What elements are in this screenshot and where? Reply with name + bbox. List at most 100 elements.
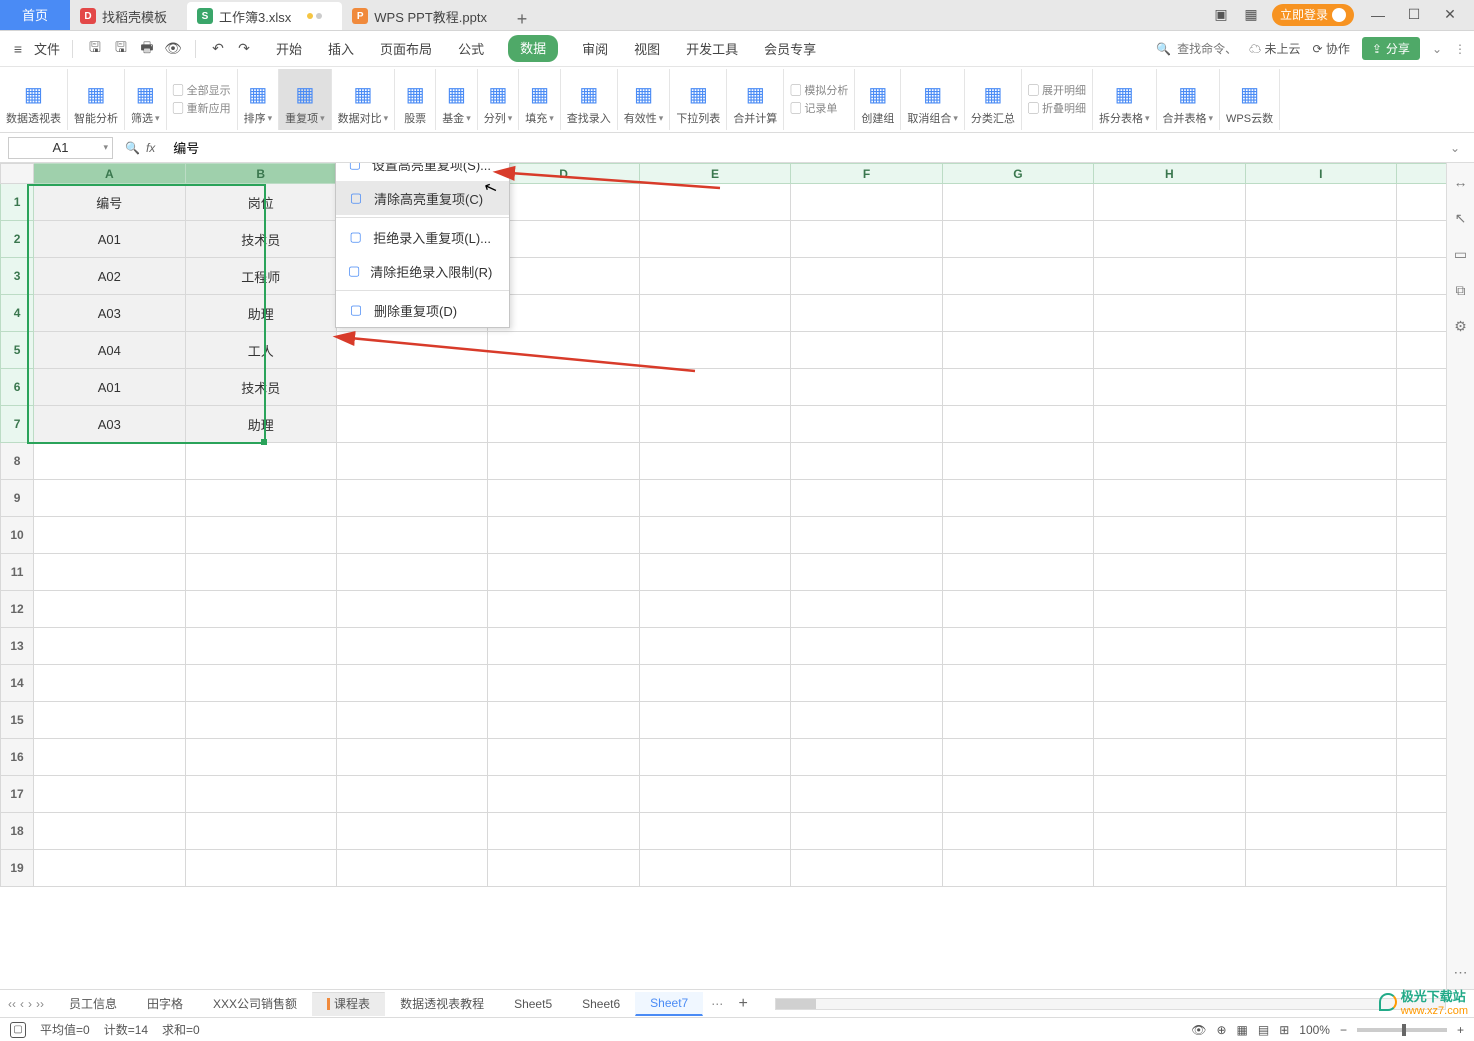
zoom-out-button[interactable]: − [1340, 1023, 1347, 1037]
ribbon-item-10[interactable]: ▦填充▾ [519, 69, 561, 130]
eye-icon[interactable]: 👁 [1191, 1023, 1206, 1037]
app-menu-icon[interactable]: ≡ [8, 39, 28, 59]
row-header[interactable]: 16 [1, 739, 34, 776]
row-header[interactable]: 9 [1, 480, 34, 517]
cell[interactable] [639, 702, 790, 739]
ribbon-item-1[interactable]: ▦智能分析 [68, 69, 125, 130]
cell[interactable] [791, 850, 942, 887]
ribbon-item-16[interactable]: ▦创建组 [855, 69, 901, 130]
cell[interactable] [791, 332, 942, 369]
menu-tab-3[interactable]: 公式 [456, 35, 486, 62]
sheet-tab-2[interactable]: XXX公司销售额 [198, 992, 312, 1016]
cell[interactable] [488, 850, 639, 887]
cell[interactable] [1245, 813, 1396, 850]
sheet-first-icon[interactable]: ‹‹ [8, 997, 16, 1011]
sheet-prev-icon[interactable]: ‹ [20, 997, 24, 1011]
cell[interactable] [639, 406, 790, 443]
cell[interactable] [34, 702, 185, 739]
cell[interactable] [1094, 665, 1245, 702]
menu-tab-4[interactable]: 数据 [508, 35, 558, 62]
cell[interactable] [1094, 369, 1245, 406]
sheet-tab-4[interactable]: 数据透视表教程 [385, 992, 499, 1016]
cell[interactable] [34, 813, 185, 850]
cell[interactable] [942, 628, 1093, 665]
cell[interactable] [488, 332, 639, 369]
cell[interactable] [336, 480, 487, 517]
ribbon-item-18[interactable]: ▦分类汇总 [965, 69, 1022, 130]
sheet-more-button[interactable]: ⋯ [703, 997, 731, 1011]
cell[interactable]: A03 [34, 295, 185, 332]
cell[interactable] [1245, 554, 1396, 591]
cell[interactable] [639, 517, 790, 554]
cell[interactable] [34, 850, 185, 887]
settings-icon[interactable]: ⚙ [1452, 317, 1470, 335]
center-icon[interactable]: ⊕ [1216, 1023, 1226, 1037]
cell[interactable] [336, 406, 487, 443]
ribbon-item-0[interactable]: ▦数据透视表 [0, 69, 68, 130]
ribbon-item-2[interactable]: ▦筛选▾ [125, 69, 167, 130]
row-header[interactable]: 10 [1, 517, 34, 554]
cell[interactable] [639, 295, 790, 332]
cell[interactable] [336, 702, 487, 739]
menu-tab-2[interactable]: 页面布局 [378, 35, 434, 62]
cell[interactable] [1245, 776, 1396, 813]
dropdown-item-4[interactable]: ▢删除重复项(D) [336, 293, 509, 327]
col-header[interactable]: D [488, 164, 639, 184]
cell[interactable] [1094, 628, 1245, 665]
more-icon[interactable]: ⋯ [1452, 963, 1470, 981]
sheet-tab-5[interactable]: Sheet5 [499, 992, 567, 1016]
formula-input[interactable] [167, 140, 1438, 155]
cell[interactable] [639, 850, 790, 887]
cell[interactable] [791, 554, 942, 591]
cell[interactable] [336, 813, 487, 850]
cell[interactable] [639, 184, 790, 221]
cell[interactable]: 工程师 [185, 258, 336, 295]
command-search[interactable]: 🔍 [1156, 42, 1237, 56]
login-button[interactable]: 立即登录 [1272, 4, 1354, 26]
cell[interactable]: 技术员 [185, 221, 336, 258]
home-tab[interactable]: 首页 [0, 0, 70, 30]
dropdown-item-0[interactable]: ▢设置高亮重复项(S)... [336, 163, 509, 181]
cell[interactable] [1094, 332, 1245, 369]
coop-button[interactable]: ⟳ 协作 [1312, 40, 1349, 57]
sheet-tab-6[interactable]: Sheet6 [567, 992, 635, 1016]
cell[interactable] [639, 332, 790, 369]
row-header[interactable]: 15 [1, 702, 34, 739]
row-header[interactable]: 1 [1, 184, 34, 221]
cell[interactable] [1245, 406, 1396, 443]
row-header[interactable]: 5 [1, 332, 34, 369]
cell[interactable]: A04 [34, 332, 185, 369]
cell[interactable] [639, 776, 790, 813]
cell[interactable] [1245, 591, 1396, 628]
dropdown-item-3[interactable]: ▢清除拒绝录入限制(R) [336, 254, 509, 288]
cell[interactable]: A03 [34, 406, 185, 443]
cell[interactable] [34, 517, 185, 554]
cell[interactable] [1245, 517, 1396, 554]
cell[interactable] [185, 591, 336, 628]
cell[interactable] [942, 776, 1093, 813]
cell[interactable] [185, 480, 336, 517]
cell[interactable] [488, 443, 639, 480]
ribbon-item-7[interactable]: ▦股票 [395, 69, 436, 130]
col-header[interactable]: E [639, 164, 790, 184]
ribbon-item-4[interactable]: ▦排序▾ [238, 69, 280, 130]
row-header[interactable]: 2 [1, 221, 34, 258]
cell[interactable] [639, 554, 790, 591]
cell[interactable] [336, 443, 487, 480]
select-icon[interactable]: ▭ [1452, 245, 1470, 263]
menu-tab-8[interactable]: 会员专享 [762, 35, 818, 62]
cell[interactable] [1245, 258, 1396, 295]
cell[interactable]: 技术员 [185, 369, 336, 406]
horizontal-scrollbar[interactable] [775, 998, 1446, 1010]
sheet-last-icon[interactable]: ›› [36, 997, 44, 1011]
col-header[interactable]: F [791, 164, 942, 184]
doc-tab-ppt[interactable]: P WPS PPT教程.pptx [342, 2, 507, 30]
cell[interactable] [488, 480, 639, 517]
cell[interactable] [336, 369, 487, 406]
cell[interactable]: 编号 [34, 184, 185, 221]
cell[interactable] [488, 221, 639, 258]
cell[interactable] [488, 517, 639, 554]
cell[interactable] [1094, 850, 1245, 887]
sheet-tab-1[interactable]: 田字格 [132, 992, 198, 1016]
ribbon-item-9[interactable]: ▦分列▾ [478, 69, 520, 130]
